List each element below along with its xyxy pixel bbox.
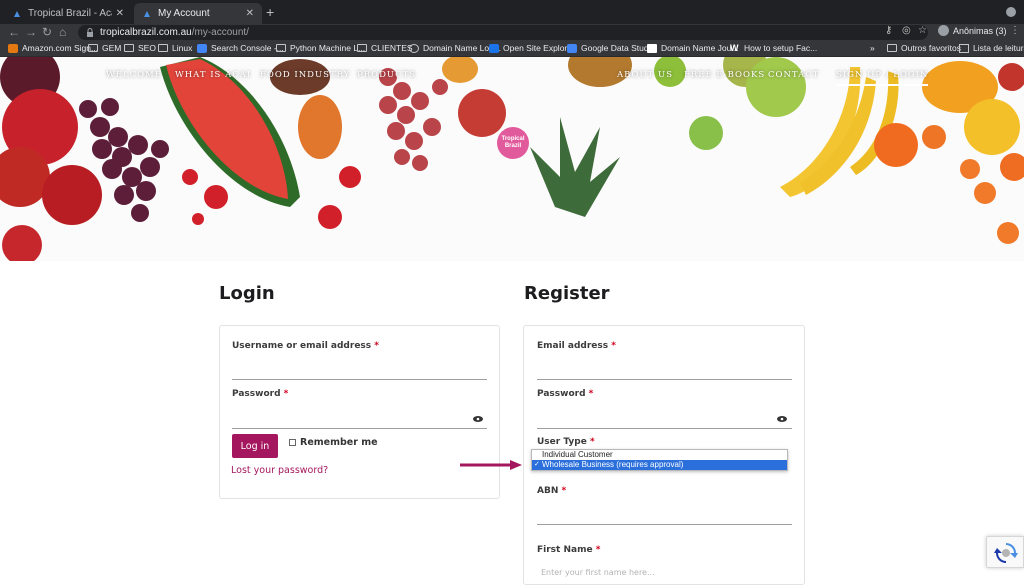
bookmark-item[interactable]: Domain Name Jou... bbox=[647, 43, 738, 53]
nav-contact[interactable]: CONTACT bbox=[768, 70, 819, 80]
user-type-select[interactable]: Individual Customer ✓ Wholesale Business … bbox=[531, 449, 788, 471]
user-type-label: User Type * bbox=[537, 437, 595, 447]
lost-password-link[interactable]: Lost your password? bbox=[231, 465, 328, 476]
nav-sign-up-login[interactable]: SIGN UP / LOGIN bbox=[836, 70, 929, 86]
new-tab-icon[interactable]: + bbox=[266, 4, 274, 20]
register-password-input[interactable] bbox=[537, 428, 792, 429]
key-icon[interactable]: ⚷ bbox=[885, 25, 892, 36]
folder-icon bbox=[357, 44, 367, 52]
site-logo[interactable]: Tropical Brazil bbox=[497, 127, 529, 159]
folder-icon bbox=[88, 44, 98, 52]
annotation-arrow-icon bbox=[460, 460, 522, 470]
abn-input[interactable] bbox=[537, 524, 792, 525]
wikipedia-icon: W bbox=[730, 42, 739, 53]
star-icon[interactable]: ☆ bbox=[918, 25, 927, 36]
nav-free-ebooks[interactable]: FREE E-BOOKS bbox=[684, 70, 765, 80]
lock-icon bbox=[87, 28, 93, 37]
bookmark-item[interactable]: CLIENTES bbox=[357, 43, 413, 53]
site-favicon-icon bbox=[12, 9, 22, 19]
checkbox-icon[interactable] bbox=[289, 439, 296, 446]
bookmark-item[interactable]: W How to setup Fac... bbox=[730, 43, 817, 53]
url-host: tropicalbrazil.com.au bbox=[100, 27, 192, 38]
reload-icon[interactable]: ↻ bbox=[42, 25, 52, 39]
other-bookmarks[interactable]: Outros favoritos bbox=[887, 43, 961, 53]
show-password-icon[interactable] bbox=[473, 416, 483, 422]
journal-icon bbox=[647, 43, 657, 53]
profile-label: Anônimas (3) bbox=[953, 25, 1007, 36]
bookmark-item[interactable]: Search Console -... bbox=[197, 43, 284, 53]
main-navigation: WELCOME WHAT IS ACAI FOOD INDUSTRY PRODU… bbox=[0, 70, 1024, 86]
folder-icon bbox=[276, 44, 286, 52]
search-console-icon bbox=[197, 43, 207, 53]
back-icon[interactable]: ← bbox=[8, 25, 20, 39]
bookmark-item[interactable]: Python Machine L... bbox=[276, 43, 365, 53]
browser-tab-1[interactable]: Tropical Brazil - Acai Wholesal ✕ bbox=[4, 3, 132, 24]
email-input[interactable] bbox=[537, 379, 792, 380]
abn-label: ABN * bbox=[537, 486, 567, 496]
register-password-label: Password * bbox=[537, 389, 594, 399]
bookmark-item[interactable]: Domain Name Loo... bbox=[409, 43, 501, 53]
recaptcha-icon bbox=[994, 543, 1018, 563]
nav-food-industry[interactable]: FOOD INDUSTRY bbox=[260, 70, 350, 80]
fruit-banner-image bbox=[0, 57, 1024, 261]
first-name-input[interactable]: Enter your first name here... bbox=[541, 568, 655, 577]
incognito-avatar-icon bbox=[938, 25, 949, 36]
register-title: Register bbox=[524, 283, 610, 304]
address-bar[interactable]: tropicalbrazil.com.au /my-account/ bbox=[78, 25, 928, 40]
nav-about-us[interactable]: ABOUT US bbox=[617, 70, 673, 80]
globe-icon bbox=[409, 43, 419, 53]
bookmarks-bar: Amazon.com Sign... GEM SEO Linux Search … bbox=[0, 41, 1024, 57]
login-title: Login bbox=[219, 283, 275, 304]
bookmark-item[interactable]: Google Data Studio bbox=[567, 43, 655, 53]
browser-toolbar: ← → ↻ ⌂ tropicalbrazil.com.au /my-accoun… bbox=[0, 24, 1024, 41]
user-type-option-wholesale[interactable]: ✓ Wholesale Business (requires approval) bbox=[532, 460, 787, 470]
first-name-label: First Name * bbox=[537, 545, 601, 555]
username-label: Username or email address * bbox=[232, 341, 379, 351]
login-password-input[interactable] bbox=[232, 428, 487, 429]
site-favicon-icon bbox=[142, 9, 152, 19]
bookmark-item[interactable]: Linux bbox=[158, 43, 192, 53]
browser-tab-bar: Tropical Brazil - Acai Wholesal ✕ My Acc… bbox=[0, 0, 1024, 24]
moz-icon bbox=[489, 43, 499, 53]
username-input[interactable] bbox=[232, 379, 487, 380]
home-icon[interactable]: ⌂ bbox=[59, 25, 66, 39]
nav-products[interactable]: PRODUCTS bbox=[357, 70, 416, 80]
tab-title: Tropical Brazil - Acai Wholesal bbox=[28, 8, 112, 19]
close-tab-icon[interactable]: ✕ bbox=[116, 8, 124, 19]
user-type-option-individual[interactable]: Individual Customer bbox=[532, 450, 787, 460]
nav-welcome[interactable]: WELCOME bbox=[106, 70, 162, 80]
window-control-icon[interactable] bbox=[1006, 7, 1016, 17]
hero-banner: Tropical Brazil WELCOME WHAT IS ACAI FOO… bbox=[0, 57, 1024, 261]
url-path: /my-account/ bbox=[191, 27, 249, 38]
close-tab-icon[interactable]: ✕ bbox=[246, 8, 254, 19]
more-bookmarks-icon[interactable]: » bbox=[870, 43, 875, 53]
profile-button[interactable]: Anônimas (3) bbox=[938, 25, 1007, 36]
menu-dots-icon[interactable]: ⋮ bbox=[1010, 25, 1020, 36]
forward-icon[interactable]: → bbox=[25, 25, 37, 39]
folder-icon bbox=[124, 44, 134, 52]
show-password-icon[interactable] bbox=[777, 416, 787, 422]
email-label: Email address * bbox=[537, 341, 616, 351]
bookmark-item[interactable]: Amazon.com Sign... bbox=[8, 43, 98, 53]
amazon-icon bbox=[8, 43, 18, 53]
login-password-label: Password * bbox=[232, 389, 289, 399]
bookmark-item[interactable]: SEO bbox=[124, 43, 156, 53]
bookmark-item[interactable]: Open Site Explorer bbox=[489, 43, 575, 53]
login-button[interactable]: Log in bbox=[232, 434, 278, 458]
recaptcha-badge[interactable] bbox=[986, 536, 1024, 568]
reading-list[interactable]: Lista de leitura bbox=[959, 43, 1024, 53]
remember-me-checkbox[interactable]: Remember me bbox=[289, 437, 378, 448]
folder-icon bbox=[158, 44, 168, 52]
checkmark-icon: ✓ bbox=[534, 461, 540, 468]
tab-title: My Account bbox=[158, 8, 210, 19]
bookmark-item[interactable]: GEM bbox=[88, 43, 121, 53]
browser-tab-2[interactable]: My Account ✕ bbox=[134, 3, 262, 24]
reading-list-icon bbox=[959, 43, 969, 53]
eye-off-icon[interactable]: ◎ bbox=[902, 25, 911, 36]
data-studio-icon bbox=[567, 43, 577, 53]
nav-what-is-acai[interactable]: WHAT IS ACAI bbox=[175, 70, 251, 80]
folder-icon bbox=[887, 44, 897, 52]
